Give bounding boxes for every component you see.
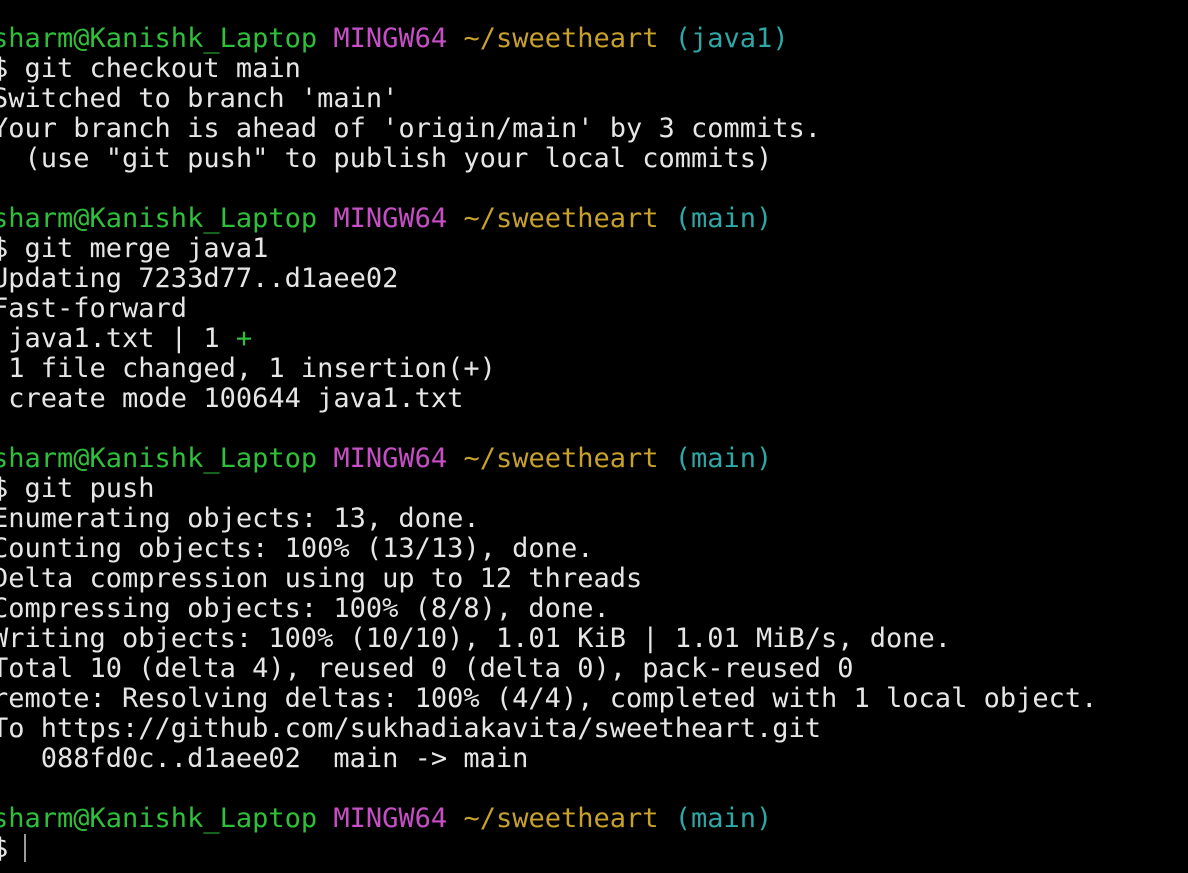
- command-text: $ git checkout main: [0, 53, 301, 84]
- prompt-path: ~/sweetheart: [463, 23, 659, 54]
- output-text: Delta compression using up to 12 threads: [0, 563, 643, 594]
- output-text: Your branch is ahead of 'origin/main' by…: [0, 113, 822, 144]
- prompt-text: sharm@Kanishk_Laptop MINGW64 ~/sweethear…: [0, 24, 789, 54]
- diffstat-plus: +: [235, 323, 253, 354]
- prompt-user-host: sharm@Kanishk_Laptop: [0, 803, 318, 834]
- output-text: Counting objects: 100% (13/13), done.: [0, 533, 594, 564]
- prompt-branch: (main): [674, 803, 773, 834]
- prompt-system: MINGW64: [333, 23, 448, 54]
- prompt-branch: (main): [674, 443, 773, 474]
- prompt-system: MINGW64: [333, 803, 448, 834]
- prompt-text: sharm@Kanishk_Laptop MINGW64 ~/sweethear…: [0, 804, 772, 834]
- prompt-user-host: sharm@Kanishk_Laptop: [0, 23, 318, 54]
- prompt-branch: (java1): [674, 23, 789, 54]
- output-text: Writing objects: 100% (10/10), 1.01 KiB …: [0, 623, 952, 654]
- output-text: Switched to branch 'main': [0, 83, 399, 114]
- command-text: $ git merge java1: [0, 233, 269, 264]
- prompt-system: MINGW64: [333, 443, 448, 474]
- prompt-path: ~/sweetheart: [463, 803, 659, 834]
- prompt-system: MINGW64: [333, 203, 448, 234]
- prompt-branch: (main): [674, 203, 773, 234]
- prompt-user-host: sharm@Kanishk_Laptop: [0, 443, 318, 474]
- terminal-window[interactable]: sharm@Kanishk_Laptop MINGW64 ~/sweethear…: [0, 0, 1188, 873]
- output-text: Fast-forward: [0, 293, 188, 324]
- output-text: remote: Resolving deltas: 100% (4/4), co…: [0, 683, 1098, 714]
- command-text: $: [0, 833, 9, 864]
- output-text: (use "git push" to publish your local co…: [0, 143, 773, 174]
- output-text: 1 file changed, 1 insertion(+): [0, 353, 496, 384]
- prompt-path: ~/sweetheart: [463, 443, 659, 474]
- prompt-user-host: sharm@Kanishk_Laptop: [0, 203, 318, 234]
- output-text: Enumerating objects: 13, done.: [0, 503, 480, 534]
- output-text: Compressing objects: 100% (8/8), done.: [0, 593, 610, 624]
- output-text: 088fd0c..d1aee02 main -> main: [0, 743, 529, 774]
- command-text: $ git push: [0, 473, 155, 504]
- output-text: Updating 7233d77..d1aee02: [0, 263, 399, 294]
- prompt-text: sharm@Kanishk_Laptop MINGW64 ~/sweethear…: [0, 444, 772, 474]
- prompt-path: ~/sweetheart: [463, 203, 659, 234]
- text-cursor: [24, 834, 26, 862]
- output-text: To https://github.com/sukhadiakavita/swe…: [0, 713, 822, 744]
- diffstat-file: java1.txt | 1: [0, 323, 236, 354]
- prompt-text: sharm@Kanishk_Laptop MINGW64 ~/sweethear…: [0, 204, 772, 234]
- output-text: Total 10 (delta 4), reused 0 (delta 0), …: [0, 653, 854, 684]
- diffstat-text: java1.txt | 1 +: [0, 324, 252, 354]
- output-text: create mode 100644 java1.txt: [0, 383, 464, 414]
